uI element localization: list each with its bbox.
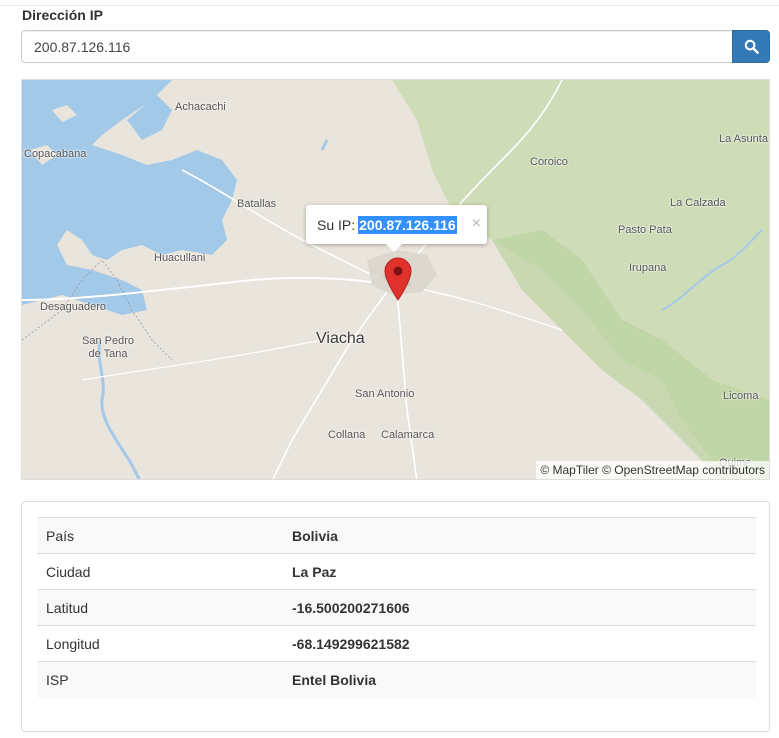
ip-popup: Su IP: 200.87.126.116 × — [306, 205, 487, 252]
info-key-pais: País — [37, 517, 283, 554]
top-divider — [0, 5, 779, 6]
place-label-desaguadero: Desaguadero — [40, 301, 107, 313]
place-label-la-calzada: La Calzada — [670, 197, 726, 209]
place-label-irupana: Irupana — [629, 262, 667, 274]
table-row: Longitud -68.149299621582 — [37, 625, 756, 662]
place-label-coroico: Coroico — [530, 156, 568, 168]
ip-info-table: País Bolivia Ciudad La Paz Latitud -16.5… — [37, 517, 756, 698]
popup-prefix: Su IP: — [317, 216, 356, 233]
info-value-isp: Entel Bolivia — [283, 661, 756, 698]
info-value-longitud: -68.149299621582 — [283, 625, 756, 662]
place-label-la-asunta: La Asunta — [719, 133, 768, 145]
place-label-viacha: Viacha — [316, 330, 365, 347]
info-key-longitud: Longitud — [37, 625, 283, 662]
place-label-san-pedro-de-tana: San Pedro de Tana — [82, 335, 134, 360]
place-label-collana: Collana — [328, 429, 366, 441]
table-row: País Bolivia — [37, 517, 756, 554]
place-label-pasto-pata: Pasto Pata — [618, 224, 672, 236]
place-label-batallas: Batallas — [237, 198, 277, 210]
ip-info-panel: País Bolivia Ciudad La Paz Latitud -16.5… — [21, 501, 770, 732]
search-button[interactable] — [732, 30, 770, 63]
map-view[interactable]: Achacachi Copacabana Batallas Huacullani… — [21, 79, 770, 480]
place-label-calamarca: Calamarca — [381, 429, 435, 441]
info-value-latitud: -16.500200271606 — [283, 589, 756, 626]
popup-close-icon[interactable]: × — [472, 216, 481, 232]
search-icon — [744, 39, 759, 54]
info-value-ciudad: La Paz — [283, 553, 756, 590]
map-marker-icon[interactable] — [384, 257, 412, 301]
ip-label: Dirección IP — [22, 7, 103, 23]
place-label-san-antonio: San Antonio — [355, 388, 415, 400]
info-key-ciudad: Ciudad — [37, 553, 283, 590]
table-row: Ciudad La Paz — [37, 553, 756, 590]
place-label-licoma: Licoma — [723, 390, 759, 402]
map-attribution[interactable]: © MapTiler © OpenStreetMap contributors — [536, 461, 769, 479]
place-label-huacullani: Huacullani — [154, 252, 206, 264]
info-key-latitud: Latitud — [37, 589, 283, 626]
info-value-pais: Bolivia — [283, 517, 756, 554]
table-row: Latitud -16.500200271606 — [37, 589, 756, 626]
place-label-achacachi: Achacachi — [175, 101, 226, 113]
table-row: ISP Entel Bolivia — [37, 661, 756, 698]
ip-search-group — [21, 30, 770, 63]
popup-ip-value: 200.87.126.116 — [358, 215, 457, 234]
place-label-copacabana: Copacabana — [24, 148, 87, 160]
ip-input[interactable] — [21, 30, 732, 63]
info-key-isp: ISP — [37, 661, 283, 698]
